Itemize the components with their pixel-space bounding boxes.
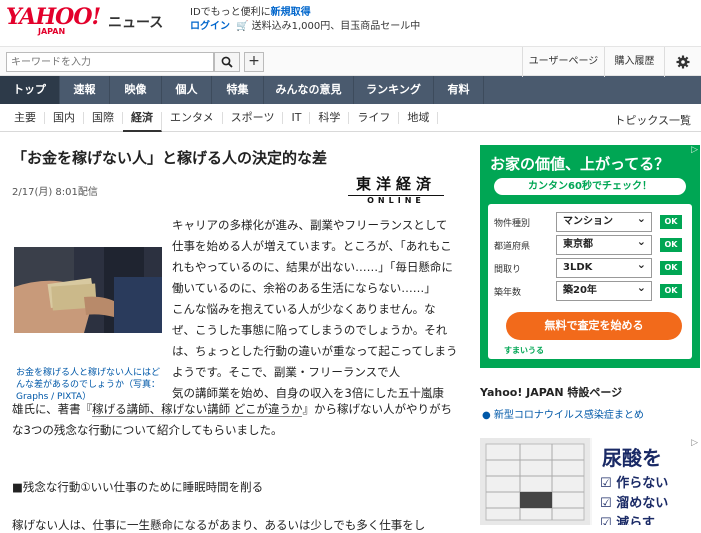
layout-select[interactable]: 3LDK (556, 256, 652, 278)
main-nav-opinions[interactable]: みんなの意見 (264, 76, 354, 104)
paragraph-2: こんな悩みを抱えている人が少なくありません。なぜ、こうした事態に陥ってしまうので… (172, 302, 458, 379)
news-label[interactable]: ニュース (108, 12, 163, 32)
login-link[interactable]: ログイン (190, 21, 230, 32)
publisher-sub: ONLINE (348, 195, 444, 205)
sub-nav-economy[interactable]: 経済 (123, 111, 162, 132)
sub-nav-science[interactable]: 科学 (310, 111, 350, 124)
ad-info-icon[interactable]: ▷ (691, 145, 698, 155)
main-nav-paid[interactable]: 有料 (434, 76, 484, 104)
ad-info-icon[interactable]: ▷ (691, 438, 698, 448)
article-photo[interactable] (14, 217, 162, 357)
sub-nav-domestic[interactable]: 国内 (45, 111, 84, 124)
sub-nav-it[interactable]: IT (283, 111, 311, 124)
special-page-title: Yahoo! JAPAN 特設ページ (480, 386, 623, 399)
sub-nav-region[interactable]: 地域 (399, 111, 439, 124)
promo-text: IDでもっと便利に (190, 7, 271, 18)
book-link[interactable]: 稼げる講師、稼げない講師 どこが違うか (92, 402, 303, 417)
ok-badge: OK (660, 215, 682, 229)
article: 「お金を稼げない人」と稼げる人の決定的な差 2/17(月) 8:01配信 東洋経… (12, 145, 460, 532)
ad-form: 物件種別 マンション OK 都道府県 東京都 OK 間取り 3LDK OK 築年… (488, 204, 692, 359)
publisher-logo[interactable]: 東洋経済 ONLINE (348, 173, 444, 205)
ad-brand: すまいうる (504, 346, 544, 355)
article-body-intro: キャリアの多様化が進み、副業やフリーランスとして仕事を始める人が増えています。と… (172, 215, 458, 404)
topics-list-link[interactable]: トピックス一覧 (614, 112, 691, 128)
paragraph-4: 稼げない人は、仕事に一生懸命になるがあまり、あるいは少しでも多く仕事をし (12, 518, 426, 532)
check-label: 作らない (616, 476, 669, 491)
main-nav-top[interactable]: トップ (0, 76, 60, 104)
document-icon (485, 443, 585, 521)
sub-nav: 主要 国内 国際 経済 エンタメ スポーツ IT 科学 ライフ 地域 トピックス… (0, 104, 701, 132)
health-ad[interactable]: 尿酸を ☑ 作らない ☑ 溜めない ☑ 減らす ▷ (480, 438, 700, 525)
yahoo-logo[interactable]: YAHOO! (6, 6, 101, 28)
ok-badge: OK (660, 238, 682, 252)
covid-link-label: 新型コロナウイルス感染症まとめ (493, 410, 644, 421)
search-icon (221, 56, 233, 68)
start-appraisal-button[interactable]: 無料で査定を始める (506, 312, 682, 340)
covid-link[interactable]: ● 新型コロナウイルス感染症まとめ (482, 406, 644, 421)
sub-nav-entertainment[interactable]: エンタメ (162, 111, 223, 124)
section-heading: ■残念な行動①いい仕事のために睡眠時間を削る (12, 480, 264, 494)
property-type-select[interactable]: マンション (556, 210, 652, 232)
ad2-check-2: ☑ 溜めない (600, 496, 669, 511)
ad-row-prefecture: 都道府県 東京都 OK (488, 233, 692, 255)
purchase-history-link[interactable]: 購入履歴 (604, 47, 664, 77)
ad2-text: 尿酸を ☑ 作らない ☑ 溜めない ☑ 減らす (592, 438, 700, 525)
logo-sub: JAPAN (38, 27, 66, 36)
sub-nav-sports[interactable]: スポーツ (223, 111, 284, 124)
sale-text[interactable]: 送料込み1,000円、目玉商品セール中 (252, 21, 421, 32)
article-title: 「お金を稼げない人」と稼げる人の決定的な差 (12, 149, 328, 167)
ad-row-layout: 間取り 3LDK OK (488, 256, 692, 278)
ad-label: 築年数 (494, 288, 522, 298)
main-nav: トップ 速報 映像 個人 特集 みんなの意見 ランキング 有料 (0, 76, 701, 104)
article-date: 2/17(月) 8:01配信 (12, 187, 98, 198)
real-estate-ad[interactable]: ▷ お家の価値、上がってる？ カンタン60秒でチェック！ 物件種別 マンション … (480, 145, 700, 368)
main-nav-feature[interactable]: 特集 (212, 76, 264, 104)
paragraph-3-pre: 雄氏に、著書『 (12, 402, 93, 416)
ad2-check-3: ☑ 減らす (600, 512, 655, 525)
ad-label: 都道府県 (494, 242, 531, 252)
signup-link[interactable]: 新規取得 (271, 7, 311, 18)
ad-subtitle: カンタン60秒でチェック！ (494, 178, 686, 195)
gear-icon (676, 55, 690, 69)
check-label: 溜めない (616, 496, 669, 511)
ad-title: お家の価値、上がってる？ (490, 155, 670, 173)
ad-label: 間取り (494, 265, 522, 275)
sub-nav-international[interactable]: 国際 (84, 111, 123, 124)
main-nav-ranking[interactable]: ランキング (354, 76, 434, 104)
add-button[interactable]: + (244, 52, 264, 72)
search-button[interactable] (214, 52, 240, 72)
main-nav-video[interactable]: 映像 (110, 76, 162, 104)
photo-caption[interactable]: お金を稼げる人と稼げない人にはどんな差があるのでしょうか（写真：Graphs /… (16, 367, 162, 403)
ad-row-property: 物件種別 マンション OK (488, 210, 692, 232)
header: YAHOO! JAPAN ニュース IDでもっと便利に新規取得 ログイン 🛒 送料… (0, 0, 701, 46)
sub-nav-life[interactable]: ライフ (349, 111, 400, 124)
ok-badge: OK (660, 284, 682, 298)
ad-label: 物件種別 (494, 219, 531, 229)
main-nav-breaking[interactable]: 速報 (60, 76, 110, 104)
user-page-link[interactable]: ユーザーページ (522, 47, 604, 77)
cart-icon: 🛒 (236, 21, 249, 32)
ad2-check-1: ☑ 作らない (600, 476, 669, 491)
money-photo (14, 247, 162, 333)
prefecture-select[interactable]: 東京都 (556, 233, 652, 255)
ad-row-age: 築年数 築20年 OK (488, 279, 692, 301)
ad2-image (480, 438, 590, 525)
publisher-name: 東洋経済 (355, 175, 436, 193)
promo-area: IDでもっと便利に新規取得 ログイン 🛒 送料込み1,000円、目玉商品セール中 (190, 6, 420, 34)
article-body: 雄氏に、著書『稼げる講師、稼げない講師 どこが違うか』から稼げない人がやりがちな… (12, 399, 458, 441)
sub-nav-main[interactable]: 主要 (6, 111, 45, 124)
search-input[interactable] (6, 52, 214, 72)
ad2-kanji: 尿酸を (602, 446, 662, 470)
building-age-select[interactable]: 築20年 (556, 279, 652, 301)
settings-button[interactable] (664, 47, 701, 77)
paragraph-1: キャリアの多様化が進み、副業やフリーランスとして仕事を始める人が増えています。と… (172, 218, 453, 295)
search-row: + ユーザーページ 購入履歴 (0, 46, 701, 77)
main-nav-personal[interactable]: 個人 (162, 76, 212, 104)
check-label: 減らす (616, 516, 655, 525)
ok-badge: OK (660, 261, 682, 275)
